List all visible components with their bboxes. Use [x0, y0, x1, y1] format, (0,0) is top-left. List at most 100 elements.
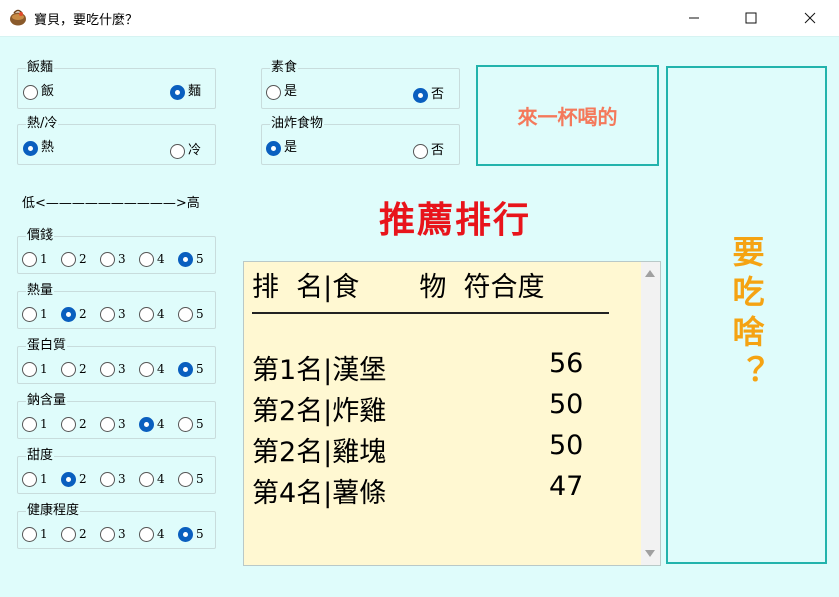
- scale-radio[interactable]: 1: [22, 416, 48, 432]
- scroll-down-icon[interactable]: [645, 550, 655, 557]
- radio-fried-no[interactable]: 否: [413, 143, 444, 159]
- scale-group: 甜度 1 2 3 4 5: [17, 448, 216, 494]
- maximize-button[interactable]: [722, 0, 780, 36]
- scale-radio[interactable]: 5: [178, 361, 204, 377]
- results-scrollbar[interactable]: [641, 262, 660, 565]
- radio-cold[interactable]: 冷: [170, 143, 201, 159]
- main-panel: 飯麵 飯 麵 熱/冷 熱 冷 素食 是 否 油炸食物 是 否 低<———————…: [0, 36, 839, 597]
- scale-radio-label: 3: [118, 527, 126, 541]
- scale-radio[interactable]: 4: [139, 251, 165, 267]
- rice-noodle-group: 飯麵 飯 麵: [17, 60, 216, 109]
- minimize-icon: [689, 17, 699, 19]
- scale-group: 健康程度 1 2 3 4 5: [17, 503, 216, 549]
- close-button[interactable]: [781, 0, 839, 36]
- scale-group: 價錢 1 2 3 4 5: [17, 228, 216, 274]
- scale-radio[interactable]: 3: [100, 526, 126, 542]
- scale-radio-label: 3: [118, 417, 126, 431]
- radio-rice[interactable]: 飯: [23, 84, 54, 100]
- scale-radio[interactable]: 3: [100, 251, 126, 267]
- scale-radio[interactable]: 3: [100, 416, 126, 432]
- radio-indicator: [139, 526, 154, 542]
- scale-group-legend: 價錢: [26, 228, 55, 244]
- scale-radio-label: 2: [79, 527, 87, 541]
- radio-indicator: [178, 416, 193, 432]
- scale-radio-label: 5: [196, 527, 204, 541]
- scale-radio[interactable]: 2: [61, 416, 87, 432]
- scale-radio[interactable]: 2: [61, 361, 87, 377]
- scale-group: 蛋白質 1 2 3 4 5: [17, 338, 216, 384]
- radio-indicator: [100, 526, 115, 542]
- scale-radio-label: 1: [40, 307, 48, 321]
- ranking-title: 推薦排行: [378, 200, 531, 241]
- scale-radio[interactable]: 1: [22, 251, 48, 267]
- radio-fried-yes[interactable]: 是: [266, 140, 297, 156]
- radio-indicator: [139, 251, 154, 267]
- scale-radio-label: 3: [118, 472, 126, 486]
- scale-radio-label: 5: [196, 472, 204, 486]
- scale-radio-label: 3: [118, 362, 126, 376]
- eat-button[interactable]: 要吃啥？: [666, 66, 827, 564]
- scale-radio-label: 3: [118, 252, 126, 266]
- scale-radio[interactable]: 1: [22, 526, 48, 542]
- scale-radio-label: 4: [157, 307, 165, 321]
- radio-noodle[interactable]: 麵: [170, 84, 201, 100]
- radio-vegetarian-no[interactable]: 否: [413, 87, 444, 103]
- scale-radio-label: 2: [79, 472, 87, 486]
- scale-radio-label: 1: [40, 527, 48, 541]
- drink-button[interactable]: 來一杯喝的: [476, 65, 659, 166]
- scale-radio[interactable]: 2: [61, 306, 87, 322]
- radio-indicator: [266, 140, 281, 156]
- radio-noodle-label: 麵: [188, 84, 202, 99]
- scale-radio[interactable]: 4: [139, 471, 165, 487]
- scale-radio-label: 2: [79, 362, 87, 376]
- radio-rice-label: 飯: [41, 84, 55, 99]
- result-name: 第1名|漢堡: [252, 355, 387, 386]
- scale-radio[interactable]: 5: [178, 306, 204, 322]
- vegetarian-legend: 素食: [270, 60, 299, 76]
- scale-radio[interactable]: 1: [22, 471, 48, 487]
- scale-radio-label: 4: [157, 252, 165, 266]
- scroll-up-icon[interactable]: [645, 270, 655, 277]
- scale-radio[interactable]: 3: [100, 361, 126, 377]
- scale-radio[interactable]: 5: [178, 526, 204, 542]
- scale-radio[interactable]: 2: [61, 526, 87, 542]
- radio-vegetarian-yes[interactable]: 是: [266, 84, 297, 100]
- scale-radio-label: 5: [196, 417, 204, 431]
- radio-indicator: [100, 361, 115, 377]
- radio-indicator: [61, 526, 76, 542]
- scale-radio[interactable]: 1: [22, 361, 48, 377]
- scale-radio[interactable]: 4: [139, 306, 165, 322]
- scale-radio[interactable]: 1: [22, 306, 48, 322]
- radio-indicator: [139, 471, 154, 487]
- result-name: 第2名|雞塊: [252, 437, 387, 468]
- scale-radio[interactable]: 5: [178, 251, 204, 267]
- radio-indicator: [170, 143, 185, 159]
- scale-radio[interactable]: 4: [139, 526, 165, 542]
- radio-indicator: [178, 306, 193, 322]
- title-bar: 寶貝，要吃什麼？: [0, 0, 839, 36]
- scale-radio[interactable]: 2: [61, 471, 87, 487]
- scale-radio[interactable]: 3: [100, 306, 126, 322]
- radio-indicator: [413, 143, 428, 159]
- scale-radio[interactable]: 4: [139, 416, 165, 432]
- radio-fried-no-label: 否: [431, 143, 445, 158]
- radio-indicator: [61, 471, 76, 487]
- radio-indicator: [100, 306, 115, 322]
- radio-indicator: [23, 84, 38, 100]
- results-header: 排 名|食 物 符合度: [252, 272, 545, 303]
- window-title: 寶貝，要吃什麼？: [34, 13, 139, 28]
- radio-hot[interactable]: 熱: [23, 140, 54, 156]
- scale-radio[interactable]: 5: [178, 471, 204, 487]
- results-list[interactable]: 排 名|食 物 符合度 第1名|漢堡 56 第2名|炸雞 50 第2名|雞塊 5…: [243, 261, 661, 566]
- scale-radio[interactable]: 5: [178, 416, 204, 432]
- scale-radio[interactable]: 2: [61, 251, 87, 267]
- scale-radio-label: 5: [196, 362, 204, 376]
- scale-radio-label: 5: [196, 307, 204, 321]
- result-score: 50: [549, 389, 584, 420]
- hot-cold-legend: 熱/冷: [26, 116, 59, 132]
- scale-radio[interactable]: 3: [100, 471, 126, 487]
- radio-indicator: [413, 87, 428, 103]
- radio-indicator: [23, 140, 38, 156]
- minimize-button[interactable]: [665, 0, 723, 36]
- scale-radio[interactable]: 4: [139, 361, 165, 377]
